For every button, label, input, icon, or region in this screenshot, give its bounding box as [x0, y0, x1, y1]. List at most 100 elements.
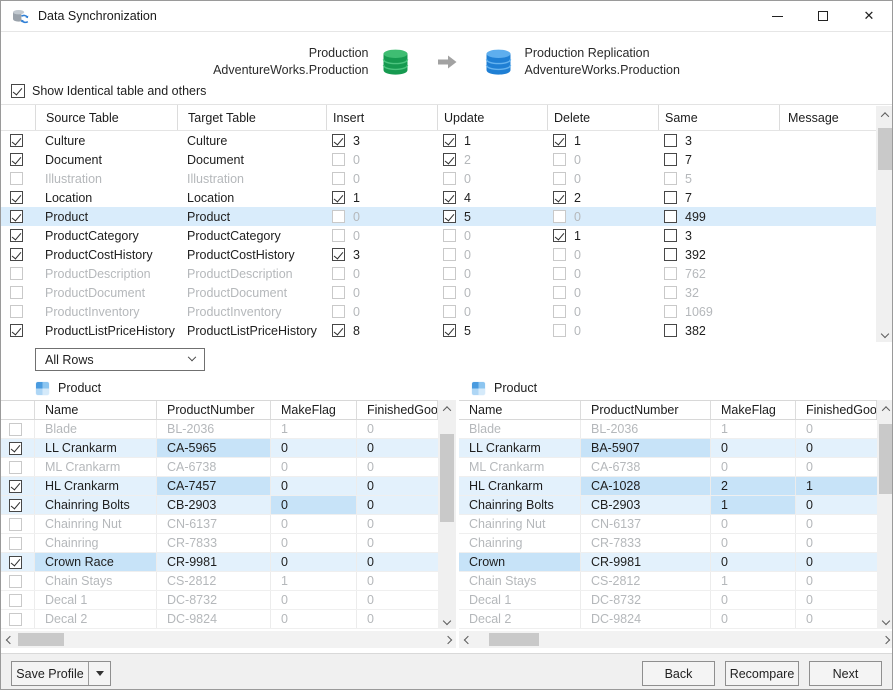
main-grid-vertical-scrollbar[interactable]: [876, 106, 893, 342]
insert-checkbox[interactable]: [332, 286, 345, 299]
target-product-row[interactable]: Decal 2DC-982400: [459, 610, 893, 629]
update-checkbox[interactable]: [443, 229, 456, 242]
target-product-row[interactable]: Chainring BoltsCB-290310: [459, 496, 893, 515]
row-checkbox[interactable]: [10, 172, 23, 185]
same-checkbox[interactable]: [664, 286, 677, 299]
delete-checkbox[interactable]: [553, 248, 566, 261]
insert-checkbox[interactable]: [332, 248, 345, 261]
scrollbar-thumb[interactable]: [489, 633, 539, 646]
save-profile-button[interactable]: Save Profile: [12, 662, 88, 685]
target-detail-horizontal-scrollbar[interactable]: [459, 631, 893, 648]
row-checkbox[interactable]: [9, 575, 22, 588]
source-product-row[interactable]: Decal 2DC-982400: [1, 610, 456, 629]
row-checkbox[interactable]: [10, 134, 23, 147]
insert-checkbox[interactable]: [332, 134, 345, 147]
row-checkbox[interactable]: [10, 286, 23, 299]
back-button[interactable]: Back: [642, 661, 715, 686]
update-checkbox[interactable]: [443, 248, 456, 261]
row-checkbox[interactable]: [9, 480, 22, 493]
maximize-button[interactable]: [800, 1, 846, 31]
row-checkbox[interactable]: [9, 518, 22, 531]
column-header-Source Table[interactable]: Source Table: [35, 105, 177, 130]
source-product-row[interactable]: Chainring NutCN-613700: [1, 515, 456, 534]
scrollbar-thumb[interactable]: [440, 434, 454, 522]
row-checkbox[interactable]: [10, 191, 23, 204]
update-checkbox[interactable]: [443, 172, 456, 185]
table-row[interactable]: ProductProduct050499: [1, 207, 876, 226]
source-product-row[interactable]: Chainring BoltsCB-290300: [1, 496, 456, 515]
row-checkbox[interactable]: [9, 556, 22, 569]
target-product-row[interactable]: ML CrankarmCA-673800: [459, 458, 893, 477]
table-row[interactable]: ProductDocumentProductDocument00032: [1, 283, 876, 302]
scroll-down-button[interactable]: [876, 325, 893, 342]
delete-checkbox[interactable]: [553, 153, 566, 166]
same-checkbox[interactable]: [664, 305, 677, 318]
target-product-row[interactable]: LL CrankarmBA-590700: [459, 439, 893, 458]
column-header-name[interactable]: Name: [35, 401, 157, 419]
delete-checkbox[interactable]: [553, 172, 566, 185]
same-checkbox[interactable]: [664, 267, 677, 280]
insert-checkbox[interactable]: [332, 210, 345, 223]
row-filter-dropdown[interactable]: All Rows: [35, 348, 205, 371]
row-checkbox[interactable]: [10, 324, 23, 337]
delete-checkbox[interactable]: [553, 229, 566, 242]
scroll-up-button[interactable]: [876, 106, 893, 123]
column-header-Delete[interactable]: Delete: [547, 105, 658, 130]
update-checkbox[interactable]: [443, 286, 456, 299]
delete-checkbox[interactable]: [553, 191, 566, 204]
update-checkbox[interactable]: [443, 134, 456, 147]
target-product-row[interactable]: Chain StaysCS-281210: [459, 572, 893, 591]
target-product-row[interactable]: ChainringCR-783300: [459, 534, 893, 553]
delete-checkbox[interactable]: [553, 305, 566, 318]
row-checkbox[interactable]: [9, 499, 22, 512]
scrollbar-thumb[interactable]: [878, 128, 892, 170]
same-checkbox[interactable]: [664, 153, 677, 166]
insert-checkbox[interactable]: [332, 229, 345, 242]
table-row[interactable]: DocumentDocument0207: [1, 150, 876, 169]
scrollbar-thumb[interactable]: [879, 424, 893, 494]
scroll-right-button[interactable]: [877, 631, 893, 648]
table-row[interactable]: ProductInventoryProductInventory0001069: [1, 302, 876, 321]
target-product-row[interactable]: Chainring NutCN-613700: [459, 515, 893, 534]
save-profile-menu-button[interactable]: [88, 662, 110, 685]
source-product-row[interactable]: ML CrankarmCA-673800: [1, 458, 456, 477]
row-checkbox[interactable]: [10, 229, 23, 242]
row-checkbox[interactable]: [10, 248, 23, 261]
same-checkbox[interactable]: [664, 210, 677, 223]
delete-checkbox[interactable]: [553, 286, 566, 299]
recompare-button[interactable]: Recompare: [725, 661, 799, 686]
scroll-up-button[interactable]: [438, 400, 456, 417]
column-header-productnumber[interactable]: ProductNumber: [581, 401, 711, 419]
row-checkbox[interactable]: [9, 613, 22, 626]
column-header-Insert[interactable]: Insert: [326, 105, 437, 130]
column-header-finishedgoo[interactable]: FinishedGoo: [796, 401, 877, 419]
target-product-row[interactable]: HL CrankarmCA-102821: [459, 477, 893, 496]
update-checkbox[interactable]: [443, 267, 456, 280]
scroll-down-button[interactable]: [438, 612, 456, 629]
row-checkbox[interactable]: [9, 594, 22, 607]
target-product-row[interactable]: CrownCR-998100: [459, 553, 893, 572]
insert-checkbox[interactable]: [332, 305, 345, 318]
target-product-row[interactable]: BladeBL-203610: [459, 420, 893, 439]
column-header-Update[interactable]: Update: [437, 105, 547, 130]
row-checkbox[interactable]: [9, 537, 22, 550]
insert-checkbox[interactable]: [332, 172, 345, 185]
next-button[interactable]: Next: [809, 661, 882, 686]
insert-checkbox[interactable]: [332, 267, 345, 280]
row-checkbox[interactable]: [10, 153, 23, 166]
target-product-row[interactable]: Decal 1DC-873200: [459, 591, 893, 610]
scroll-left-button[interactable]: [1, 631, 18, 648]
same-checkbox[interactable]: [664, 229, 677, 242]
update-checkbox[interactable]: [443, 153, 456, 166]
row-checkbox[interactable]: [9, 461, 22, 474]
scroll-right-button[interactable]: [439, 631, 456, 648]
source-detail-vertical-scrollbar[interactable]: [438, 400, 456, 629]
delete-checkbox[interactable]: [553, 267, 566, 280]
column-header-name[interactable]: Name: [459, 401, 581, 419]
column-header-Target Table[interactable]: Target Table: [177, 105, 326, 130]
source-product-row[interactable]: HL CrankarmCA-745700: [1, 477, 456, 496]
insert-checkbox[interactable]: [332, 191, 345, 204]
table-row[interactable]: IllustrationIllustration0005: [1, 169, 876, 188]
source-detail-horizontal-scrollbar[interactable]: [1, 631, 456, 648]
table-row[interactable]: ProductListPriceHistoryProductListPriceH…: [1, 321, 876, 340]
